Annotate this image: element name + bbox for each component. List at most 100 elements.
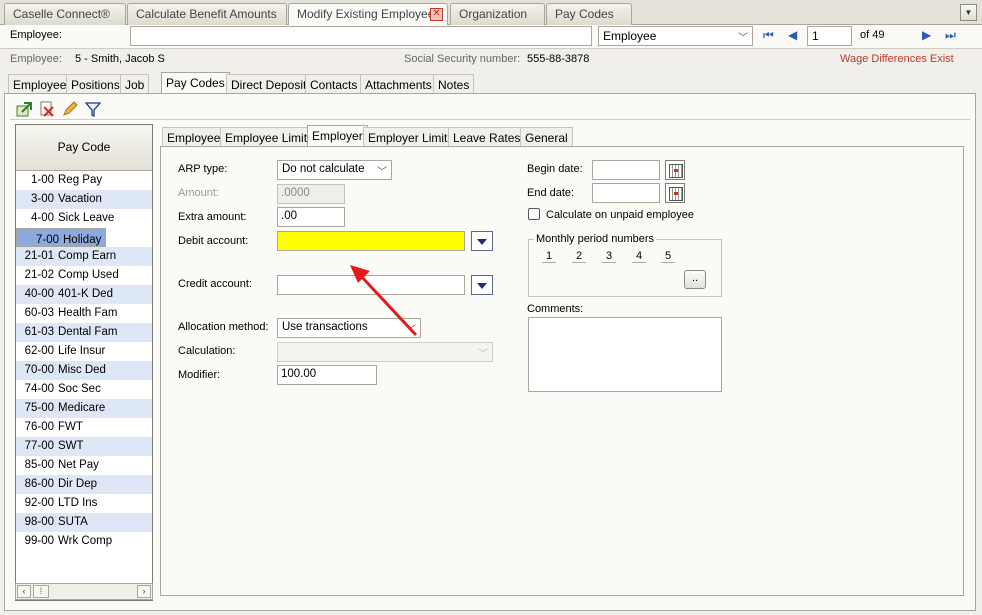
subtab-leave-rates[interactable]: Leave Rates xyxy=(448,127,526,147)
employee-search-input[interactable] xyxy=(130,26,592,46)
begin-date-field[interactable] xyxy=(592,160,660,180)
pay-code-row[interactable]: 70-00 Misc Ded xyxy=(16,361,152,380)
calendar-icon[interactable] xyxy=(665,160,685,180)
pay-code-row[interactable]: 98-00 SUTA xyxy=(16,513,152,532)
tab-contacts[interactable]: Contacts xyxy=(305,74,363,94)
tab-pay-codes[interactable]: Pay Codes xyxy=(161,72,230,94)
pay-code-name: Net Pay xyxy=(58,459,99,471)
tab-direct-deposit[interactable]: Direct Deposit xyxy=(226,74,312,94)
calculate-unpaid-checkbox[interactable] xyxy=(528,208,540,220)
comments-textarea[interactable] xyxy=(528,317,722,392)
filter-icon[interactable] xyxy=(85,101,101,117)
pay-code-number: 85-00 xyxy=(24,459,54,471)
subtab-employee[interactable]: Employee xyxy=(162,127,226,147)
edit-icon[interactable] xyxy=(62,101,78,117)
month-number[interactable]: 4 xyxy=(632,250,646,263)
pay-code-horizontal-scrollbar[interactable]: ‹ ⁞ › xyxy=(15,583,153,600)
pay-code-row[interactable]: 4-00 Sick Leave xyxy=(16,209,152,228)
pay-code-number: 61-03 xyxy=(24,326,54,338)
pay-code-row[interactable]: 74-00 Soc Sec xyxy=(16,380,152,399)
doc-tab-pay-codes[interactable]: Pay Codes xyxy=(546,3,632,25)
pay-code-name: Health Fam xyxy=(58,307,118,319)
pay-code-number: 77-00 xyxy=(24,440,54,452)
scroll-thumb[interactable]: ⁞ xyxy=(33,585,49,598)
doc-tab-organization[interactable]: Organization xyxy=(450,3,545,25)
pay-code-row[interactable]: 77-00 SWT xyxy=(16,437,152,456)
debit-account-dropdown-button[interactable] xyxy=(471,231,493,251)
tab-attachments[interactable]: Attachments xyxy=(360,74,437,94)
wage-differences-warning: Wage Differences Exist xyxy=(840,53,954,65)
pay-code-row[interactable]: 60-03 Health Fam xyxy=(16,304,152,323)
doc-tab-label: Modify Existing Employees xyxy=(297,7,441,21)
employee-info-label: Employee: xyxy=(10,53,62,65)
scroll-left-icon[interactable]: ‹ xyxy=(17,585,31,598)
extra-amount-field[interactable]: .00 xyxy=(277,207,345,227)
delete-icon[interactable] xyxy=(39,101,55,117)
end-date-field[interactable] xyxy=(592,183,660,203)
employee-filter-select[interactable]: Employee ﹀ xyxy=(598,26,753,46)
tab-notes[interactable]: Notes xyxy=(433,74,475,94)
close-icon[interactable]: ✕ xyxy=(430,8,443,21)
pay-code-number: 70-00 xyxy=(24,364,54,376)
doc-tab-caselle-connect[interactable]: Caselle Connect® xyxy=(4,3,126,25)
pay-code-row[interactable]: 85-00 Net Pay xyxy=(16,456,152,475)
doc-tab-calculate-benefit-amounts[interactable]: Calculate Benefit Amounts xyxy=(127,3,287,25)
pay-code-row[interactable]: 86-00 Dir Dep xyxy=(16,475,152,494)
arp-type-select[interactable]: Do not calculate ﹀ xyxy=(277,160,392,180)
debit-account-field[interactable] xyxy=(277,231,465,251)
more-periods-button[interactable]: .. xyxy=(684,270,706,289)
subtab-general[interactable]: General xyxy=(520,127,573,147)
month-number[interactable]: 3 xyxy=(602,250,616,263)
pay-code-number: 92-00 xyxy=(24,497,54,509)
pay-code-number: 76-00 xyxy=(24,421,54,433)
pay-code-row[interactable]: 1-00 Reg Pay xyxy=(16,171,152,190)
subtab-employer-limits[interactable]: Employer Limits xyxy=(363,127,459,147)
pay-code-number: 86-00 xyxy=(24,478,54,490)
pay-code-row[interactable]: 7-00 Holiday xyxy=(16,228,107,247)
calendar-icon[interactable] xyxy=(665,183,685,203)
pay-code-name: LTD Ins xyxy=(58,497,98,509)
pay-code-row[interactable]: 3-00 Vacation xyxy=(16,190,152,209)
pay-code-row[interactable]: 75-00 Medicare xyxy=(16,399,152,418)
add-icon[interactable] xyxy=(16,101,32,117)
pay-code-name: Dir Dep xyxy=(58,478,97,490)
record-number-input[interactable] xyxy=(807,26,852,46)
next-record-icon[interactable]: ▶ xyxy=(922,28,931,42)
pay-code-number: 1-00 xyxy=(30,174,54,186)
subtab-employer[interactable]: Employer xyxy=(307,125,368,147)
month-number[interactable]: 1 xyxy=(542,250,556,263)
comments-label: Comments: xyxy=(527,303,584,315)
tab-employee[interactable]: Employee xyxy=(8,74,72,94)
modifier-field[interactable]: 100.00 xyxy=(277,365,377,385)
calculation-label: Calculation: xyxy=(178,345,236,357)
tab-list-dropdown-button[interactable]: ▼ xyxy=(960,4,977,21)
scroll-right-icon[interactable]: › xyxy=(137,585,151,598)
pay-code-row[interactable]: 61-03 Dental Fam xyxy=(16,323,152,342)
month-number[interactable]: 2 xyxy=(572,250,586,263)
tab-positions[interactable]: Positions xyxy=(66,74,125,94)
pay-code-list: Pay Code 1-00 Reg Pay 3-00 Vacation 4-00 Sick… xyxy=(15,124,153,601)
doc-tab-modify-existing-employees[interactable]: Modify Existing Employees ✕ xyxy=(288,3,448,26)
pay-code-column-header[interactable]: Pay Code xyxy=(16,125,152,171)
pay-code-row[interactable]: 92-00 LTD Ins xyxy=(16,494,152,513)
monthly-period-label: Monthly period numbers xyxy=(534,233,657,245)
credit-account-dropdown-button[interactable] xyxy=(471,275,493,295)
pay-code-row[interactable]: 62-00 Life Insur xyxy=(16,342,152,361)
pay-code-number: 74-00 xyxy=(24,383,54,395)
ssn-value: 555-88-3878 xyxy=(527,53,590,65)
last-record-icon[interactable]: ⏭ xyxy=(945,28,956,43)
tab-job[interactable]: Job xyxy=(120,74,150,94)
pay-code-row[interactable]: 40-00 401-K Ded xyxy=(16,285,152,304)
first-record-icon[interactable]: ⏮ xyxy=(763,28,774,43)
pay-code-name: Misc Ded xyxy=(58,364,106,376)
pay-code-toolbar xyxy=(10,98,970,120)
pay-code-row[interactable]: 99-00 Wrk Comp xyxy=(16,532,152,551)
previous-record-icon[interactable]: ◀ xyxy=(788,28,797,42)
allocation-method-label: Allocation method: xyxy=(178,321,269,333)
month-number[interactable]: 5 xyxy=(661,250,675,263)
employee-search-bar: Employee: Employee ﹀ ⏮ ◀ of 49 ▶ ⏭ xyxy=(0,25,982,49)
chevron-down-icon: ﹀ xyxy=(377,167,387,178)
subtab-employee-limits[interactable]: Employee Limits xyxy=(220,127,319,147)
pay-code-row[interactable]: 21-02 Comp Used xyxy=(16,266,152,285)
pay-code-row[interactable]: 76-00 FWT xyxy=(16,418,152,437)
